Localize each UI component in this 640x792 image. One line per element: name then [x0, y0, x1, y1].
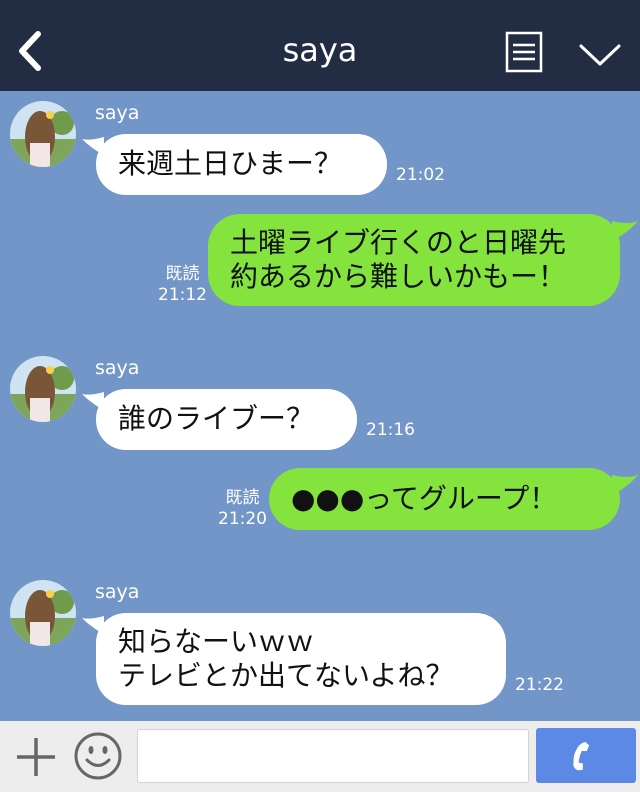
input-bar — [0, 721, 640, 792]
menu-toggle-button[interactable] — [578, 42, 622, 68]
message-bubble[interactable]: 知らなーいｗｗ テレビとか出てないよね？ — [96, 613, 506, 705]
note-button[interactable] — [505, 31, 543, 73]
message-time: 21:22 — [515, 675, 564, 695]
add-button[interactable] — [14, 735, 58, 779]
message-time: 21:12 — [158, 285, 207, 305]
chat-header: saya — [0, 0, 640, 91]
bubble-tail — [612, 221, 638, 241]
bubble-tail — [612, 475, 638, 495]
plus-icon — [17, 738, 55, 776]
message-bubble[interactable]: 来週土日ひまー？ — [96, 134, 387, 195]
sender-name: saya — [95, 581, 140, 603]
message-text: ●●●ってグループ！ — [291, 482, 558, 515]
message-bubble[interactable]: 土曜ライブ行くのと日曜先 約あるから難しいかもー！ — [208, 214, 620, 306]
avatar-photo — [10, 356, 76, 422]
message-text: 土曜ライブ行くのと日曜先 約あるから難しいかもー！ — [230, 226, 567, 293]
sender-name: saya — [95, 102, 140, 124]
message-time: 21:20 — [218, 509, 267, 529]
smiley-icon — [74, 732, 122, 780]
message-text: 誰のライブー？ — [118, 402, 315, 435]
read-label: 既読 — [225, 488, 260, 508]
note-icon — [505, 31, 543, 73]
message-text: 来週土日ひまー？ — [118, 147, 343, 180]
read-receipt: 既読 21:12 — [158, 264, 207, 306]
read-receipt: 既読 21:20 — [218, 488, 267, 530]
emoji-button[interactable] — [73, 731, 123, 781]
avatar[interactable] — [10, 356, 76, 422]
sender-name: saya — [95, 357, 140, 379]
avatar-photo — [10, 580, 76, 646]
avatar[interactable] — [10, 580, 76, 646]
chat-title: saya — [282, 31, 358, 69]
read-label: 既読 — [165, 264, 200, 284]
avatar-photo — [10, 101, 76, 167]
message-bubble[interactable]: 誰のライブー？ — [96, 389, 357, 450]
message-time: 21:02 — [396, 165, 445, 185]
chat-area[interactable]: saya 来週土日ひまー？ 21:02 土曜ライブ行くのと日曜先 約あるから難し… — [0, 91, 640, 721]
phone-icon — [573, 742, 590, 771]
avatar[interactable] — [10, 101, 76, 167]
message-time: 21:16 — [366, 420, 415, 440]
call-button[interactable] — [536, 728, 636, 783]
message-input[interactable] — [137, 729, 529, 783]
chevron-down-icon — [579, 44, 621, 66]
message-bubble[interactable]: ●●●ってグループ！ — [269, 468, 620, 530]
message-text: 知らなーいｗｗ テレビとか出てないよね？ — [118, 625, 454, 692]
